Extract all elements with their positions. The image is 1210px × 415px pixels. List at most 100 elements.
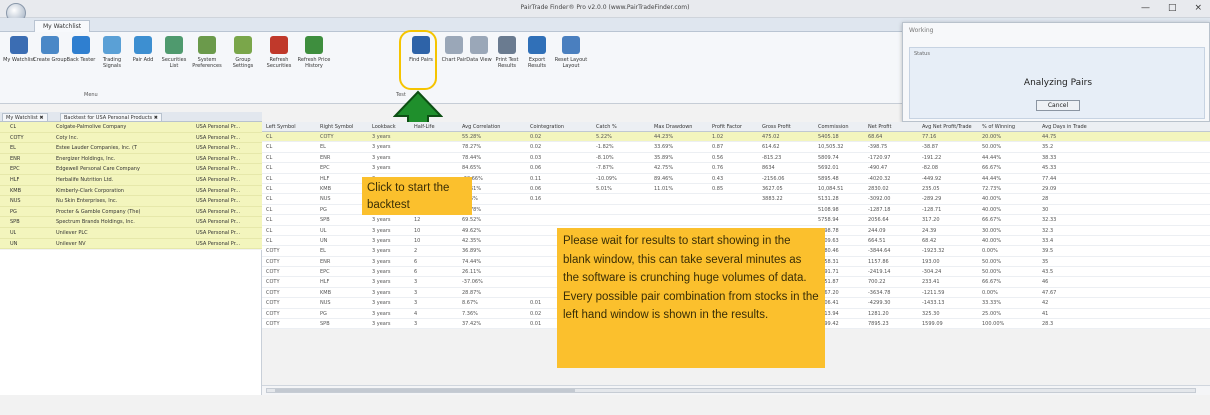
ribbon-button[interactable]: System Preferences: [190, 36, 224, 69]
ribbon-button[interactable]: My Watchlist: [2, 36, 36, 63]
table-cell: -2156.06: [762, 175, 785, 182]
symbol-cell: EPC: [10, 166, 20, 173]
table-cell: 0.87: [712, 144, 724, 151]
table-cell: 475.02: [762, 134, 780, 140]
watchlist-row[interactable]: EPC Edgewell Personal Care Company USA Per…: [0, 164, 262, 175]
table-row[interactable]: CL EPC 3 years 84.65% 0.06 -7.87% 42.75% 0.76 86…: [262, 163, 1210, 174]
table-cell: CL: [266, 134, 273, 140]
ribbon-button-label: Back Tester: [66, 57, 96, 63]
ribbon-button-label: Reset Layout Layout: [554, 57, 588, 69]
ribbon-button[interactable]: Print Test Results: [490, 36, 524, 69]
table-cell: 20.00%: [982, 134, 1002, 140]
ribbon-button-label: Refresh Securities: [266, 57, 292, 69]
ribbon-button[interactable]: Group Settings: [226, 36, 260, 69]
watchlist-row[interactable]: COTY Coty Inc. USA Personal Pr...: [0, 132, 262, 144]
column-header[interactable]: % of Winning: [982, 122, 1015, 132]
ribbon-button[interactable]: Create Group: [33, 36, 67, 63]
column-header[interactable]: Avg Correlation: [462, 122, 500, 132]
column-header[interactable]: Catch %: [596, 122, 617, 132]
table-cell: CL: [266, 196, 273, 203]
table-cell: 42: [1042, 300, 1049, 307]
table-row[interactable]: CL SPB 3 years 12 69.52% 5758.94 2056.64 317.20…: [262, 215, 1210, 226]
table-cell: 69.52%: [462, 217, 482, 224]
table-cell: 8634: [762, 165, 775, 172]
table-row[interactable]: CL COTY 3 years 55.28% 0.02 5.22% 44.23% 1.02 47…: [262, 132, 1210, 143]
tab-my-watchlist-doc[interactable]: My Watchlist ✖: [2, 113, 48, 122]
horizontal-scrollbar[interactable]: [266, 388, 1196, 393]
column-header[interactable]: Net Profit: [868, 122, 891, 132]
ribbon-button-label: Pair Add: [132, 57, 154, 63]
watchlist-row[interactable]: UL Unilever PLC USA Personal Pr...: [0, 227, 262, 239]
watchlist-row[interactable]: UN Unilever NV USA Personal Pr...: [0, 238, 262, 250]
ribbon-button[interactable]: Securities List: [157, 36, 191, 69]
name-cell: Energizer Holdings, Inc.: [56, 155, 116, 162]
table-cell: 8.67%: [462, 300, 478, 307]
table-cell: 233.41: [922, 279, 940, 286]
table-cell: 2830.02: [868, 185, 889, 192]
ribbon-button[interactable]: Export Results: [520, 36, 554, 69]
table-cell: 44.75: [1042, 134, 1057, 140]
table-cell: 317.20: [922, 217, 940, 224]
table-cell: 30.00%: [982, 227, 1002, 234]
name-cell: Kimberly-Clark Corporation: [56, 187, 124, 194]
table-row[interactable]: CL ENR 3 years 78.44% 0.03 -8.10% 35.89% 0.56 -8…: [262, 152, 1210, 164]
close-button[interactable]: ×: [1194, 3, 1202, 13]
group-cell: USA Personal Pr...: [196, 219, 241, 226]
table-cell: 0.56: [712, 154, 724, 161]
column-header[interactable]: Cointegration: [530, 122, 564, 132]
table-cell: -38.87: [922, 144, 939, 151]
table-cell: 3 years: [372, 237, 391, 244]
table-cell: 6: [414, 258, 418, 265]
group-cell: USA Personal Pr...: [196, 155, 241, 162]
ribbon-button[interactable]: Refresh Securities: [262, 36, 296, 69]
watchlist-row[interactable]: ENR Energizer Holdings, Inc. USA Personal …: [0, 153, 262, 165]
column-header[interactable]: Max Drawdown: [654, 122, 692, 132]
table-cell: 32.3: [1042, 227, 1054, 234]
name-cell: Herbalife Nutrition Ltd.: [56, 176, 114, 183]
table-cell: 55.28%: [462, 134, 482, 140]
column-header[interactable]: Profit Factor: [712, 122, 742, 132]
ribbon-button[interactable]: Back Tester: [64, 36, 98, 63]
table-cell: -128.71: [922, 206, 942, 213]
name-cell: Colgate-Palmolive Company: [56, 124, 127, 130]
grid-footer: [262, 385, 1210, 395]
watchlist-row[interactable]: KMB Kimberly-Clark Corporation USA Persona…: [0, 185, 262, 197]
minimize-button[interactable]: —: [1141, 3, 1150, 13]
column-header[interactable]: Lookback: [372, 122, 396, 132]
symbol-cell: CL: [10, 124, 17, 130]
tab-backtest[interactable]: Backtest for USA Personal Products ✖: [60, 113, 162, 122]
ribbon-button[interactable]: Trading Signals: [95, 36, 129, 69]
table-cell: UN: [320, 237, 328, 244]
table-cell: UL: [320, 227, 327, 234]
ribbon-button[interactable]: Refresh Price History: [297, 36, 331, 69]
tab-my-watchlist[interactable]: My Watchlist: [34, 20, 91, 32]
column-header[interactable]: Commission: [818, 122, 849, 132]
column-header[interactable]: Right Symbol: [320, 122, 353, 132]
ribbon-button[interactable]: Reset Layout Layout: [554, 36, 588, 69]
column-header[interactable]: Half-Life: [414, 122, 435, 132]
maximize-button[interactable]: □: [1168, 3, 1177, 13]
table-cell: COTY: [266, 248, 280, 255]
column-header[interactable]: Avg Days in Trade: [1042, 122, 1087, 132]
ribbon-button[interactable]: Pair Add: [126, 36, 160, 63]
watchlist-row[interactable]: PG Procter & Gamble Company (The) USA Pers…: [0, 206, 262, 218]
watchlist-row[interactable]: SPB Spectrum Brands Holdings, Inc. USA Per…: [0, 217, 262, 228]
cancel-button[interactable]: Cancel: [1036, 100, 1080, 111]
watchlist-row[interactable]: CL Colgate-Palmolive Company USA Personal …: [0, 122, 262, 133]
table-cell: -8.10%: [596, 154, 614, 161]
table-row[interactable]: CL EL 3 years 78.27% 0.02 -1.82% 33.69% 0.87 614…: [262, 142, 1210, 153]
table-cell: COTY: [320, 134, 334, 140]
table-cell: 43.5: [1042, 269, 1054, 276]
watchlist-row[interactable]: NUS Nu Skin Enterprises, Inc. USA Personal…: [0, 196, 262, 207]
column-header[interactable]: Avg Net Profit/Trade: [922, 122, 972, 132]
table-cell: 24.39: [922, 227, 937, 234]
watchlist-row[interactable]: HLF Herbalife Nutrition Ltd. USA Personal …: [0, 174, 262, 186]
column-header[interactable]: Gross Profit: [762, 122, 791, 132]
column-header[interactable]: Left Symbol: [266, 122, 296, 132]
scroll-thumb[interactable]: [275, 389, 575, 392]
watchlist-row[interactable]: EL Estee Lauder Companies, Inc. (T USA Per…: [0, 143, 262, 154]
table-cell: 72.73%: [982, 185, 1002, 192]
table-cell: 325.30: [922, 310, 940, 317]
table-cell: 1.02: [712, 134, 724, 140]
symbol-cell: ENR: [10, 155, 21, 162]
